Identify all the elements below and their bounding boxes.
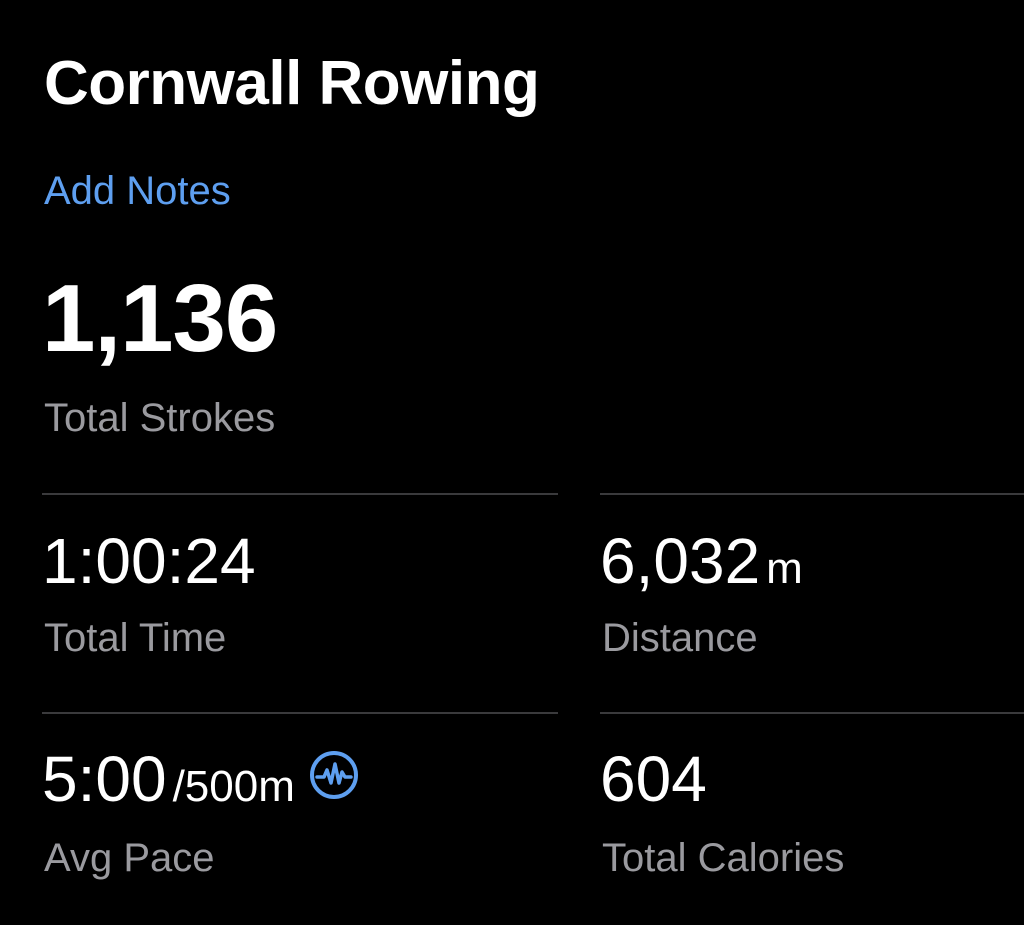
total-calories-label: Total Calories bbox=[602, 836, 845, 880]
avg-pace-label: Avg Pace bbox=[44, 836, 215, 880]
waveform-circle-icon[interactable] bbox=[309, 741, 359, 815]
total-time-label: Total Time bbox=[44, 616, 227, 660]
divider-left-2 bbox=[42, 712, 558, 714]
avg-pace-unit: /500m bbox=[172, 762, 295, 811]
distance-value: 6,032 m bbox=[600, 524, 803, 606]
workout-title: Cornwall Rowing bbox=[44, 49, 540, 118]
distance-number: 6,032 bbox=[600, 525, 761, 597]
distance-label: Distance bbox=[602, 616, 758, 660]
distance-unit: m bbox=[766, 544, 803, 593]
total-calories-value: 604 bbox=[600, 743, 707, 815]
total-strokes-label: Total Strokes bbox=[44, 396, 276, 440]
divider-left-1 bbox=[42, 493, 558, 495]
avg-pace-number: 5:00 bbox=[42, 743, 167, 815]
total-strokes-value: 1,136 bbox=[42, 265, 278, 372]
total-time-value: 1:00:24 bbox=[42, 525, 256, 597]
divider-right-1 bbox=[600, 493, 1024, 495]
avg-pace-value: 5:00/500m bbox=[42, 742, 359, 824]
add-notes-link[interactable]: Add Notes bbox=[44, 166, 231, 216]
divider-right-2 bbox=[600, 712, 1024, 714]
